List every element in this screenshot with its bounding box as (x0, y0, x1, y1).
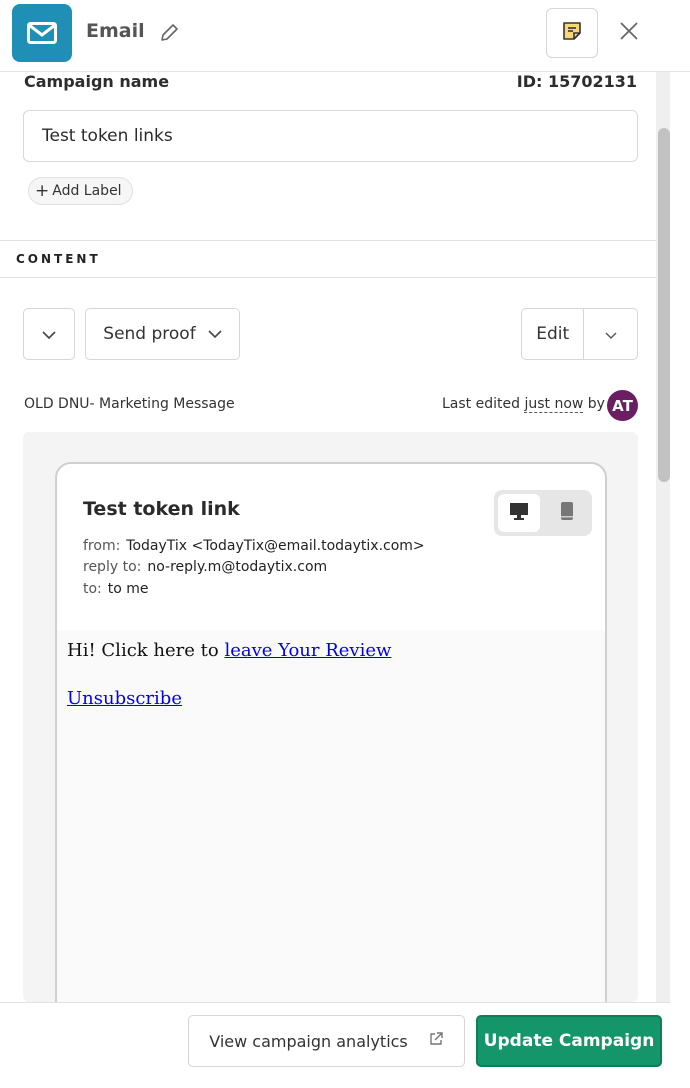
reply-to-line: reply to: no-reply.m@todaytix.com (83, 559, 327, 575)
edit-split-button: Edit (521, 308, 638, 360)
to-label: to: (83, 581, 102, 597)
avatar[interactable]: AT (607, 390, 638, 421)
last-edited-time[interactable]: just now (524, 396, 584, 413)
unsubscribe-line: Unsubscribe (67, 688, 182, 709)
to-value: to me (107, 581, 149, 597)
pencil-icon[interactable] (158, 22, 180, 44)
section-title: CONTENT (16, 252, 101, 266)
content-section-header: CONTENT (0, 240, 656, 278)
close-icon (619, 21, 639, 45)
from-label: from: (83, 538, 121, 554)
send-proof-label: Send proof (103, 324, 196, 344)
notes-button[interactable] (546, 8, 598, 58)
last-edited-info: Last edited just now by (442, 396, 605, 413)
send-proof-button[interactable]: Send proof (85, 308, 240, 360)
unsubscribe-link[interactable]: Unsubscribe (67, 688, 182, 709)
sticky-note-icon (561, 20, 583, 46)
desktop-icon (509, 502, 529, 524)
mobile-icon (560, 501, 574, 525)
email-preview-frame: Test token link from: TodayTix <TodayTix@… (55, 462, 607, 1062)
from-line: from: TodayTix <TodayTix@email.todaytix.c… (83, 538, 425, 554)
channel-title: Email (86, 20, 145, 42)
chevron-down-icon (605, 325, 617, 344)
edit-options-button[interactable] (584, 309, 637, 359)
close-button[interactable] (616, 20, 642, 46)
header: Email (0, 0, 690, 72)
chevron-down-icon (208, 324, 222, 344)
add-label-text: Add Label (52, 183, 122, 199)
footer: View campaign analytics Update Campaign (0, 1002, 670, 1088)
device-toggle (494, 490, 592, 536)
add-label-button[interactable]: + Add Label (28, 177, 133, 205)
panel-edge (670, 72, 690, 1088)
edit-button[interactable]: Edit (522, 309, 585, 359)
mobile-view-button[interactable] (546, 494, 588, 532)
to-line: to: to me (83, 581, 149, 597)
template-name: OLD DNU- Marketing Message (24, 396, 235, 412)
campaign-name-input[interactable] (23, 110, 638, 162)
envelope-icon (12, 4, 72, 62)
from-value: TodayTix <TodayTix@email.todaytix.com> (126, 538, 425, 554)
campaign-name-label: Campaign name (24, 72, 170, 91)
analytics-label: View campaign analytics (209, 1031, 408, 1051)
collapse-button[interactable] (23, 308, 75, 360)
update-campaign-button[interactable]: Update Campaign (476, 1015, 662, 1067)
email-body-line: Hi! Click here to leave Your Review (67, 640, 391, 661)
reply-to-label: reply to: (83, 559, 142, 575)
last-edited-prefix: Last edited (442, 396, 520, 412)
email-subject: Test token link (83, 498, 240, 520)
external-link-icon (428, 1031, 444, 1051)
desktop-view-button[interactable] (498, 494, 540, 532)
chevron-down-icon (42, 325, 56, 344)
view-analytics-button[interactable]: View campaign analytics (188, 1015, 465, 1067)
campaign-id: ID: 15702131 (516, 72, 637, 91)
reply-to-value: no-reply.m@todaytix.com (147, 559, 328, 575)
review-link[interactable]: leave Your Review (224, 640, 391, 661)
scrollbar-thumb[interactable] (658, 128, 670, 482)
plus-icon: + (35, 180, 50, 201)
email-header: Test token link from: TodayTix <TodayTix@… (57, 464, 605, 630)
body-text: Hi! Click here to (67, 640, 219, 661)
last-edited-by: by (587, 396, 605, 412)
